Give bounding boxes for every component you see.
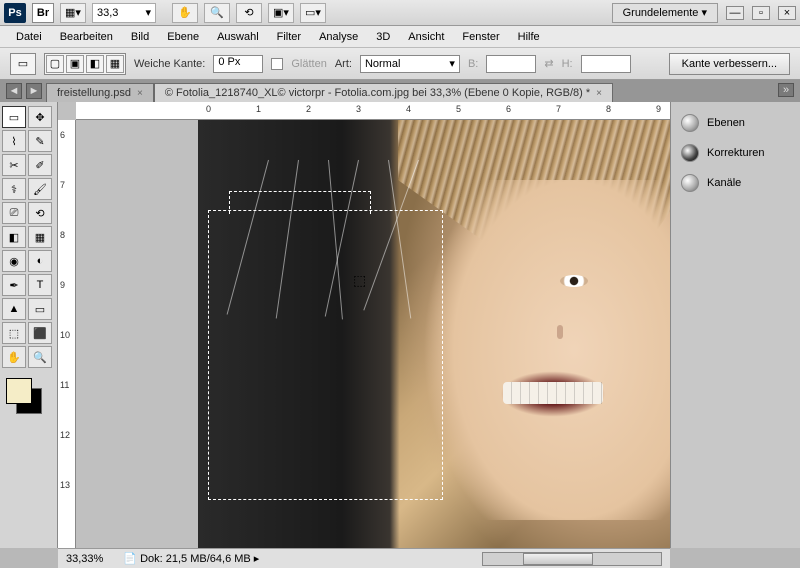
right-panel: Ebenen Korrekturen Kanäle	[670, 102, 800, 548]
shape-tool[interactable]: ▭	[28, 298, 52, 320]
photo-image	[198, 120, 670, 548]
lasso-tool[interactable]: ⌇	[2, 130, 26, 152]
menu-hilfe[interactable]: Hilfe	[510, 29, 548, 45]
path-select-tool[interactable]: ▲	[2, 298, 26, 320]
canvas[interactable]	[198, 120, 670, 548]
style-label: Art:	[335, 58, 352, 70]
fg-color[interactable]	[6, 378, 32, 404]
ruler-vertical[interactable]: 67 89 1011 1213	[58, 120, 76, 548]
antialias-label: Glätten	[291, 58, 326, 70]
work-area: ▭ ✥ ⌇ ✎ ✂ ✐ ⚕ 🖌 ⎚ ⟲ ◧ ▦ ◉ ◐ ✒ T ▲ ▭ ⬚ ⬛ …	[0, 102, 800, 548]
screen-mode-icon[interactable]: ▭▾	[300, 3, 326, 23]
close-button[interactable]: ×	[778, 6, 796, 20]
add-selection-icon[interactable]: ▣	[66, 55, 84, 73]
marquee-tool[interactable]: ▭	[2, 106, 26, 128]
menu-filter[interactable]: Filter	[269, 29, 309, 45]
3d-camera-tool[interactable]: ⬛	[28, 322, 52, 344]
pen-tool[interactable]: ✒	[2, 274, 26, 296]
tab-nav-left[interactable]: ◄	[6, 83, 22, 99]
blur-tool[interactable]: ◉	[2, 250, 26, 272]
close-icon[interactable]: ×	[596, 88, 602, 99]
history-brush-tool[interactable]: ⟲	[28, 202, 52, 224]
3d-tool[interactable]: ⬚	[2, 322, 26, 344]
panel-korrekturen[interactable]: Korrekturen	[671, 138, 800, 168]
tab-overflow[interactable]: »	[778, 83, 794, 97]
quick-select-tool[interactable]: ✎	[28, 130, 52, 152]
stamp-tool[interactable]: ⎚	[2, 202, 26, 224]
intersect-selection-icon[interactable]: ▦	[106, 55, 124, 73]
menu-bild[interactable]: Bild	[123, 29, 157, 45]
bridge-button[interactable]: Br	[32, 3, 54, 23]
width-input	[486, 55, 536, 73]
toolbox: ▭ ✥ ⌇ ✎ ✂ ✐ ⚕ 🖌 ⎚ ⟲ ◧ ▦ ◉ ◐ ✒ T ▲ ▭ ⬚ ⬛ …	[0, 102, 58, 548]
panel-ebenen[interactable]: Ebenen	[671, 108, 800, 138]
arrange-docs-icon[interactable]: ▣▾	[268, 3, 294, 23]
canvas-area: 01 23 45 67 89 1011 67 89 1011 1213	[58, 102, 670, 548]
hand-tool-icon[interactable]: ✋	[172, 3, 198, 23]
minibridge-button[interactable]: ▦▾	[60, 3, 86, 23]
status-bar: 33,33% 📄 Dok: 21,5 MB/64,6 MB ▸	[58, 548, 670, 568]
menu-bearbeiten[interactable]: Bearbeiten	[52, 29, 121, 45]
workspace-selector[interactable]: Grundelemente ▾	[612, 3, 718, 23]
tab-freistellung[interactable]: freistellung.psd×	[46, 83, 154, 102]
ps-logo: Ps	[4, 3, 26, 23]
zoom-tool[interactable]: 🔍	[28, 346, 52, 368]
refine-edge-button[interactable]: Kante verbessern...	[669, 53, 790, 75]
scrollbar-thumb[interactable]	[523, 553, 593, 565]
hand-tool[interactable]: ✋	[2, 346, 26, 368]
selection-mode-group: ▢ ▣ ◧ ▦	[44, 53, 126, 75]
panel-kanaele[interactable]: Kanäle	[671, 168, 800, 198]
cursor-icon: ⬚	[353, 272, 366, 289]
tab-fotolia[interactable]: © Fotolia_1218740_XL© victorpr - Fotolia…	[154, 83, 613, 102]
height-input	[581, 55, 631, 73]
menu-ansicht[interactable]: Ansicht	[400, 29, 452, 45]
document-tabs: ◄ ► freistellung.psd× © Fotolia_1218740_…	[0, 80, 800, 102]
status-zoom[interactable]: 33,33%	[66, 553, 103, 565]
feather-input[interactable]: 0 Px	[213, 55, 263, 73]
move-tool[interactable]: ✥	[28, 106, 52, 128]
marquee-selection[interactable]	[208, 210, 443, 500]
minimize-button[interactable]: —	[726, 6, 744, 20]
height-label: H:	[562, 58, 573, 70]
crop-tool[interactable]: ✂	[2, 154, 26, 176]
healing-tool[interactable]: ⚕	[2, 178, 26, 200]
subtract-selection-icon[interactable]: ◧	[86, 55, 104, 73]
title-bar: Ps Br ▦▾ 33,3▾ ✋ 🔍 ⟲ ▣▾ ▭▾ Grundelemente…	[0, 0, 800, 26]
channels-icon	[681, 174, 699, 192]
menu-bar: Datei Bearbeiten Bild Ebene Auswahl Filt…	[0, 26, 800, 48]
maximize-button[interactable]: ▫	[752, 6, 770, 20]
feather-label: Weiche Kante:	[134, 58, 205, 70]
ruler-horizontal[interactable]: 01 23 45 67 89 1011	[76, 102, 670, 120]
dodge-tool[interactable]: ◐	[28, 250, 52, 272]
close-icon[interactable]: ×	[137, 88, 143, 99]
width-label: B:	[468, 58, 478, 70]
type-tool[interactable]: T	[28, 274, 52, 296]
gradient-tool[interactable]: ▦	[28, 226, 52, 248]
zoom-field[interactable]: 33,3▾	[92, 3, 156, 23]
tab-nav-right[interactable]: ►	[26, 83, 42, 99]
layers-icon	[681, 114, 699, 132]
brush-tool[interactable]: 🖌	[28, 178, 52, 200]
antialias-checkbox	[271, 58, 283, 70]
options-bar: ▭ ▢ ▣ ◧ ▦ Weiche Kante: 0 Px Glätten Art…	[0, 48, 800, 80]
menu-ebene[interactable]: Ebene	[159, 29, 207, 45]
eraser-tool[interactable]: ◧	[2, 226, 26, 248]
zoom-tool-icon[interactable]: 🔍	[204, 3, 230, 23]
menu-analyse[interactable]: Analyse	[311, 29, 366, 45]
style-select[interactable]: Normal▾	[360, 55, 460, 73]
eyedropper-tool[interactable]: ✐	[28, 154, 52, 176]
new-selection-icon[interactable]: ▢	[46, 55, 64, 73]
menu-auswahl[interactable]: Auswahl	[209, 29, 267, 45]
rotate-view-icon[interactable]: ⟲	[236, 3, 262, 23]
swap-wh-icon: ⇄	[544, 57, 553, 70]
marquee-tool-icon[interactable]: ▭	[10, 53, 36, 75]
menu-3d[interactable]: 3D	[368, 29, 398, 45]
adjustments-icon	[681, 144, 699, 162]
menu-fenster[interactable]: Fenster	[454, 29, 507, 45]
menu-datei[interactable]: Datei	[8, 29, 50, 45]
status-dok[interactable]: 📄 Dok: 21,5 MB/64,6 MB ▸	[123, 552, 259, 565]
h-scrollbar[interactable]	[482, 552, 662, 566]
color-swatches[interactable]	[2, 374, 50, 414]
